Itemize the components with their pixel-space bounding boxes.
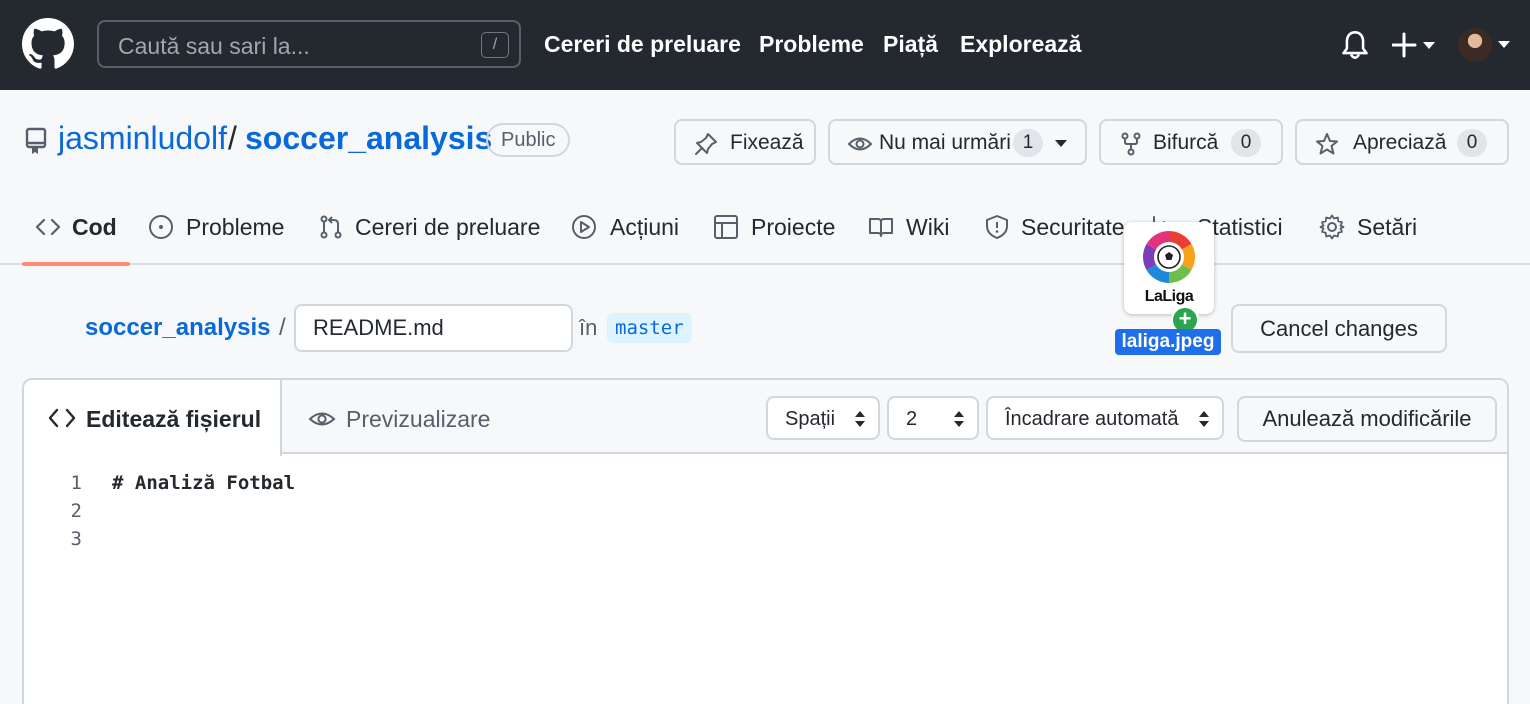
active-tab-indicator (22, 262, 130, 266)
dragged-file[interactable]: LaLiga + laliga.jpeg (1115, 222, 1221, 356)
tab-security-label: Securitate (1021, 214, 1125, 240)
star-button[interactable]: Apreciază 0 (1295, 119, 1509, 165)
repo-name-link[interactable]: soccer_analysis (245, 120, 492, 157)
tab-issues-label: Probleme (186, 214, 285, 240)
star-label: Apreciază (1353, 131, 1447, 154)
repo-tabs: Cod Probleme Cereri de preluare Acțiuni … (0, 195, 1530, 265)
line-number: 1 (70, 472, 82, 494)
fork-label: Bifurcă (1153, 131, 1219, 154)
fork-button[interactable]: Bifurcă 0 (1099, 119, 1283, 165)
tab-actions-label: Acțiuni (610, 214, 680, 240)
eye-icon (308, 412, 336, 426)
nav-pull-requests[interactable]: Cereri de preluare (544, 31, 741, 58)
global-header: Caută sau sari la... / Cereri de preluar… (0, 0, 1530, 90)
tab-projects-label: Proiecte (751, 214, 836, 240)
branch-name[interactable]: master (607, 313, 692, 343)
wrap-mode-select[interactable]: Încadrare automată (986, 396, 1224, 440)
tab-settings-label: Setări (1357, 214, 1418, 240)
watch-count: 1 (1013, 129, 1043, 157)
pull-request-icon (320, 215, 342, 239)
tab-preview-label: Previzualizare (346, 406, 491, 432)
code-line[interactable]: # Analiză Fotbal (112, 472, 295, 494)
tab-edit-file-label: Editează fișierul (86, 406, 262, 432)
search-shortcut-key: / (481, 32, 509, 58)
unwatch-label: Nu mai urmări (879, 131, 1011, 154)
pin-button[interactable]: Fixează (674, 119, 816, 165)
file-editor: Editează fișierul Previzualizare Spații … (22, 378, 1509, 704)
github-logo-icon[interactable] (22, 18, 74, 70)
branch-in-label: în (579, 315, 598, 340)
indent-size-select[interactable]: 2 (887, 396, 979, 440)
user-menu[interactable] (1458, 28, 1514, 62)
wrap-mode-value: Încadrare automată (1005, 408, 1179, 430)
tab-wiki-label: Wiki (906, 214, 950, 240)
indent-size-value: 2 (906, 408, 918, 430)
nav-issues[interactable]: Probleme (759, 31, 864, 58)
table-icon (714, 215, 738, 239)
tab-pull-requests-label: Cereri de preluare (355, 214, 541, 240)
tab-edit-file[interactable]: Editează fișierul (24, 380, 282, 456)
fork-icon (1121, 132, 1141, 156)
pin-icon (695, 133, 717, 155)
select-arrows-icon (1199, 411, 1209, 427)
file-thumbnail: LaLiga (1124, 222, 1214, 314)
fork-count: 0 (1231, 129, 1261, 157)
eye-icon (848, 137, 872, 151)
avatar (1458, 28, 1492, 62)
nav-explore[interactable]: Explorează (960, 31, 1081, 58)
notification-bell-icon[interactable] (1341, 30, 1369, 60)
indent-mode-select[interactable]: Spații (766, 396, 880, 440)
path-separator: / (279, 314, 286, 341)
visibility-badge: Public (486, 123, 571, 157)
chevron-down-icon (1055, 140, 1067, 147)
gear-icon (1319, 214, 1345, 240)
unwatch-button[interactable]: Nu mai urmări 1 (828, 119, 1087, 165)
line-number: 2 (70, 500, 82, 522)
repo-path-separator: / (228, 120, 237, 156)
code-icon (48, 408, 76, 428)
issue-icon (149, 215, 173, 239)
search-placeholder: Caută sau sari la... (118, 33, 310, 59)
tab-code-label: Cod (72, 214, 117, 240)
pin-label: Fixează (730, 131, 804, 154)
shield-icon (986, 215, 1008, 239)
dragged-file-name: laliga.jpeg (1115, 329, 1221, 355)
line-number: 3 (70, 528, 82, 550)
create-new-dropdown-icon[interactable] (1392, 31, 1438, 59)
nav-marketplace[interactable]: Piață (883, 31, 938, 58)
select-arrows-icon (855, 411, 865, 427)
path-repo-link[interactable]: soccer_analysis (85, 314, 270, 342)
editor-toolbar: Editează fișierul Previzualizare Spații … (24, 380, 1507, 456)
star-count: 0 (1457, 129, 1487, 157)
select-arrows-icon (954, 411, 964, 427)
laliga-logo-icon (1143, 231, 1195, 283)
filename-input[interactable] (294, 304, 573, 352)
chevron-down-icon (1498, 41, 1510, 48)
code-icon (35, 218, 61, 236)
book-icon (869, 218, 893, 237)
play-icon (572, 215, 596, 239)
discard-changes-button[interactable]: Anulează modificările (1237, 396, 1497, 442)
laliga-wordmark: LaLiga (1144, 288, 1194, 305)
star-icon (1316, 133, 1338, 155)
cancel-changes-button[interactable]: Cancel changes (1231, 304, 1447, 353)
repo-icon (25, 127, 47, 154)
search-input[interactable]: Caută sau sari la... / (97, 20, 521, 68)
repo-owner-link[interactable]: jasminludolf (58, 120, 227, 157)
indent-mode-value: Spații (785, 408, 836, 430)
